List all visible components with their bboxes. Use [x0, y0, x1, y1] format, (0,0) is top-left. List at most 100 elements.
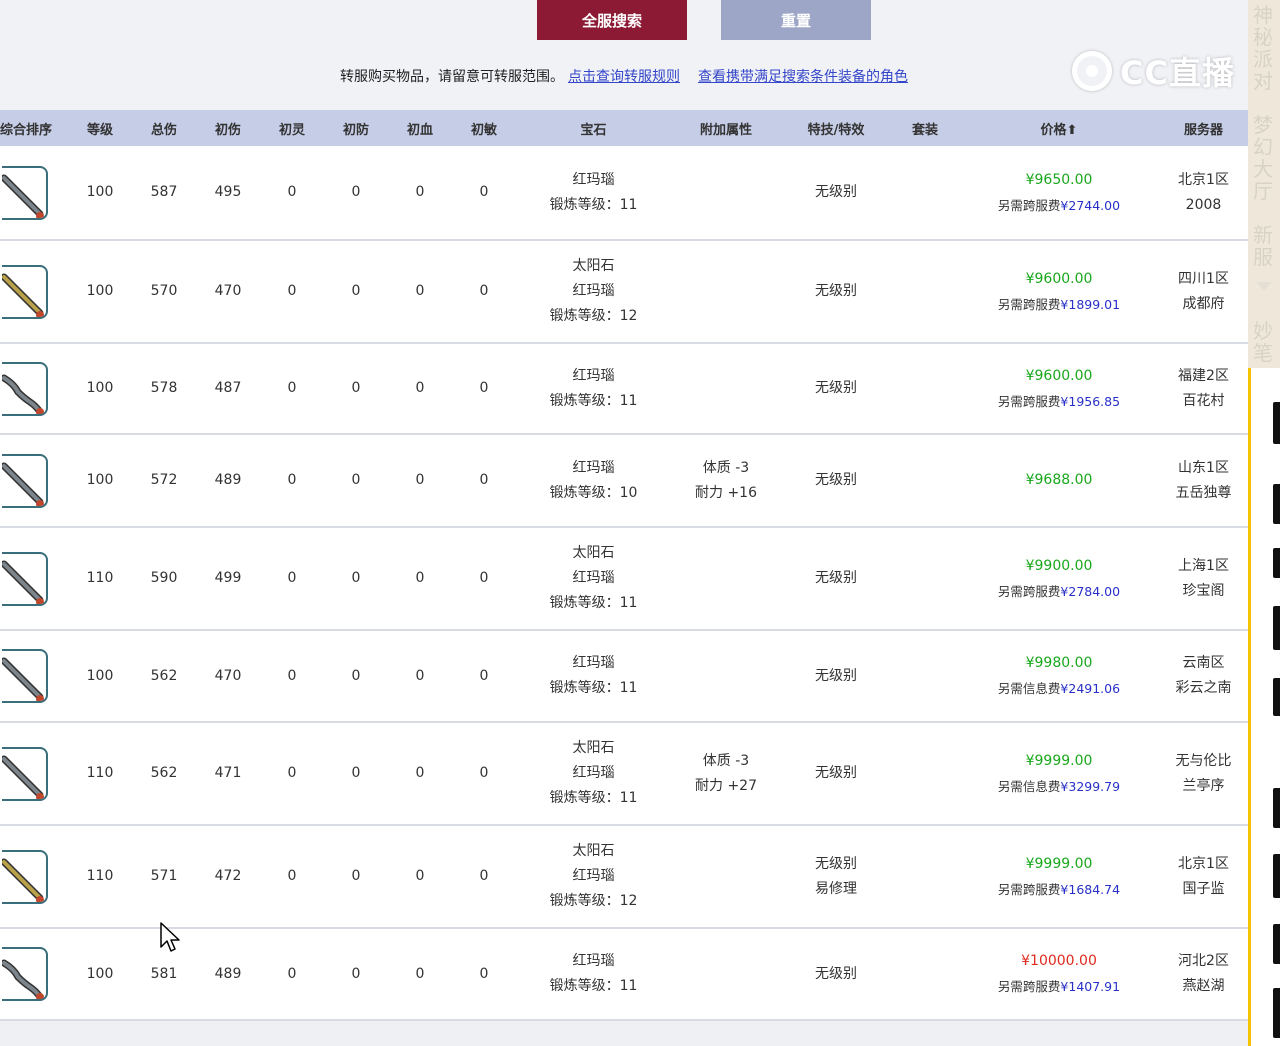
column-header[interactable]: 等级 [68, 110, 132, 146]
fee-value: ¥1956.85 [1060, 393, 1121, 409]
sword-icon[interactable] [2, 361, 48, 416]
fee-value: ¥2784.00 [1060, 583, 1121, 599]
column-header[interactable]: 套装 [891, 110, 959, 146]
view-roles-link[interactable]: 查看携带满足搜索条件装备的角色 [698, 69, 908, 85]
server-line: 国子监 [1182, 880, 1225, 897]
sword-icon[interactable] [2, 746, 48, 801]
attr-line: 耐力 +16 [695, 484, 757, 501]
table-row[interactable]: 100 570 470 0 0 0 0 太阳石 红玛瑙 锻炼等级：12 无级别 ¥9600.00 另需跨… [0, 240, 1248, 344]
sword-icon[interactable] [2, 947, 48, 1001]
fee-label: 另需跨服费 [997, 393, 1061, 409]
column-header[interactable]: 初灵 [260, 110, 324, 146]
level-cell: 110 [68, 722, 132, 826]
table-row[interactable]: 110 590 499 0 0 0 0 太阳石 红玛瑙 锻炼等级：11 无级别 ¥9900.00 另需跨… [0, 527, 1248, 631]
item-icon-cell[interactable] [0, 527, 68, 631]
search-all-button[interactable]: 全服搜索 [537, 0, 687, 40]
level-cell: 100 [68, 146, 132, 241]
total-damage-cell: 571 [132, 825, 196, 929]
sword-icon[interactable] [2, 551, 48, 606]
transfer-fee: 另需信息费¥3299.79 [959, 774, 1159, 799]
init-spirit-cell: 0 [260, 825, 324, 929]
banner-glyph [1273, 484, 1280, 524]
sword-icon[interactable] [2, 264, 48, 319]
item-icon-cell[interactable] [0, 240, 68, 344]
extra-attrs-cell: 体质 -3 耐力 +16 [671, 434, 781, 528]
transfer-notice: 转服购买物品，请留意可转服范围。 点击查询转服规则 查看携带满足搜索条件装备的角色 [340, 66, 908, 86]
init-damage-cell: 489 [196, 434, 260, 528]
gems-cell: 红玛瑙 锻炼等级：11 [516, 343, 671, 435]
fee-value: ¥1899.01 [1060, 296, 1121, 312]
server-cell: 河北2区 燕赵湖 [1159, 928, 1248, 1021]
chevron-down-icon[interactable] [1256, 282, 1272, 291]
gems-cell: 红玛瑙 锻炼等级：11 [516, 630, 671, 723]
gem-line: 太阳石 [572, 258, 615, 274]
reset-button[interactable]: 重置 [721, 0, 871, 40]
side-item-hall[interactable]: 梦幻大厅 [1251, 114, 1275, 202]
transfer-rules-link[interactable]: 点击查询转服规则 [568, 69, 680, 85]
skills-cell: 无级别 [781, 343, 891, 435]
init-spirit-cell: 0 [260, 240, 324, 344]
server-line: 北京1区 [1178, 171, 1229, 188]
gem-line: 红玛瑙 [572, 655, 615, 671]
init-damage-cell: 499 [196, 527, 260, 631]
column-header[interactable]: 综合排序 [0, 110, 68, 146]
table-row[interactable]: 110 571 472 0 0 0 0 太阳石 红玛瑙 锻炼等级：12 无级别 易修理 ¥9999.00… [0, 825, 1248, 929]
skill-line: 无级别 [815, 855, 857, 872]
server-cell: 上海1区 珍宝阁 [1159, 527, 1248, 631]
fee-label: 另需跨服费 [997, 979, 1061, 994]
item-icon-cell[interactable] [0, 630, 68, 723]
table-row[interactable]: 110 562 471 0 0 0 0 太阳石 红玛瑙 锻炼等级：11 体质 -3 耐力 +27 无级别… [0, 722, 1248, 826]
column-header[interactable]: 宝石 [516, 110, 671, 146]
column-header[interactable]: 服务器 [1159, 110, 1248, 146]
banner-glyph [1273, 548, 1280, 578]
sword-icon[interactable] [2, 649, 48, 703]
column-header[interactable]: 初防 [324, 110, 388, 146]
table-row[interactable]: 100 578 487 0 0 0 0 红玛瑙 锻炼等级：11 无级别 ¥9600.00 另需跨服费¥… [0, 343, 1248, 435]
server-cell: 四川1区 成都府 [1159, 240, 1248, 344]
init-spirit-cell: 0 [260, 928, 324, 1021]
side-item-brush[interactable]: 妙笔 [1251, 320, 1275, 364]
item-icon-cell[interactable] [0, 928, 68, 1021]
extra-attrs-cell [671, 928, 781, 1021]
table-row[interactable]: 100 587 495 0 0 0 0 红玛瑙 锻炼等级：11 无级别 ¥9650.00 另需跨服费¥… [0, 146, 1248, 241]
side-item-new-server[interactable]: 新服 [1251, 224, 1275, 268]
skills-cell: 无级别 [781, 527, 891, 631]
init-hp-cell: 0 [388, 825, 452, 929]
level-cell: 100 [68, 928, 132, 1021]
sword-icon[interactable] [2, 453, 48, 508]
transfer-fee: 另需跨服费¥1684.74 [959, 877, 1159, 902]
skill-line: 无级别 [815, 472, 857, 488]
item-icon-cell[interactable] [0, 722, 68, 826]
column-header[interactable]: 初伤 [196, 110, 260, 146]
column-header[interactable]: 总伤 [132, 110, 196, 146]
server-line: 山东1区 [1178, 459, 1229, 476]
fee-label: 另需跨服费 [997, 197, 1061, 213]
column-header[interactable]: 价格⬆ [959, 110, 1159, 146]
gem-line: 锻炼等级：12 [549, 308, 638, 324]
skill-line: 无级别 [815, 570, 857, 586]
mouse-pointer-icon [160, 922, 180, 952]
item-icon-cell[interactable] [0, 825, 68, 929]
column-header[interactable]: 特技/特效 [781, 110, 891, 146]
init-damage-cell: 471 [196, 722, 260, 826]
notice-text: 转服购买物品，请留意可转服范围。 [340, 69, 564, 85]
server-cell: 无与伦比 兰亭序 [1159, 722, 1248, 826]
table-row[interactable]: 100 562 470 0 0 0 0 红玛瑙 锻炼等级：11 无级别 ¥9980.00 另需信息费¥… [0, 630, 1248, 723]
sword-icon[interactable] [2, 165, 48, 220]
price-value: ¥9600.00 [1025, 270, 1093, 287]
side-item-party[interactable]: 神秘派对 [1251, 4, 1275, 92]
init-defense-cell: 0 [324, 527, 388, 631]
table-row[interactable]: 100 581 489 0 0 0 0 红玛瑙 锻炼等级：11 无级别 ¥10000.00 另需跨服费… [0, 928, 1248, 1021]
item-icon-cell[interactable] [0, 434, 68, 528]
column-header[interactable]: 初血 [388, 110, 452, 146]
init-hp-cell: 0 [388, 434, 452, 528]
column-header[interactable]: 初敏 [452, 110, 516, 146]
sword-icon[interactable] [2, 849, 48, 904]
column-header[interactable]: 附加属性 [671, 110, 781, 146]
price-value: ¥9999.00 [1025, 855, 1093, 872]
table-row[interactable]: 100 572 489 0 0 0 0 红玛瑙 锻炼等级：10 体质 -3 耐力 +16 无级别 ¥96… [0, 434, 1248, 528]
item-icon-cell[interactable] [0, 343, 68, 435]
price-cell: ¥9650.00 另需跨服费¥2744.00 [959, 146, 1159, 241]
extra-attrs-cell [671, 527, 781, 631]
item-icon-cell[interactable] [0, 146, 68, 241]
